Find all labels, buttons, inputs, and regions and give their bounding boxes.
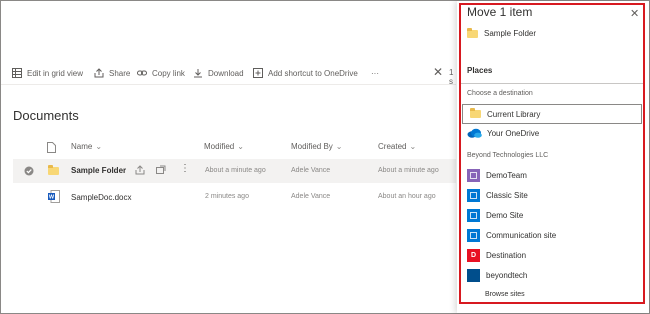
row-modified: About a minute ago [205,167,266,174]
column-created-label: Created [378,142,407,151]
org-group-label: Beyond Technologies LLC [467,152,549,159]
divider [461,83,643,84]
add-shortcut-button[interactable]: Add shortcut to OneDrive [253,67,358,79]
share-icon [94,68,104,78]
chevron-down-icon: ⌄ [409,142,417,151]
list-header: Name ⌄ Modified ⌄ Modified By ⌄ Created ⌄ [1,138,456,156]
site-icon: D [467,249,480,262]
row-modified-by: Adele Vance [291,167,331,174]
your-onedrive-label: Your OneDrive [487,128,540,138]
more-actions-button[interactable]: ··· [371,67,379,79]
add-shortcut-label: Add shortcut to OneDrive [268,68,358,78]
share-label: Share [109,68,131,78]
site-icon [467,189,480,202]
svg-text:W: W [49,195,55,201]
download-button[interactable]: Download [193,67,244,79]
clear-selection-icon[interactable]: ✕ [433,65,443,79]
column-name[interactable]: Name ⌄ [71,142,102,151]
site-icon [467,169,480,182]
word-doc-icon: W [48,190,60,205]
document-library: Edit in grid view Share Copy link Downlo… [1,1,456,313]
current-library-option[interactable]: Current Library [462,104,642,124]
site-item-demoteam[interactable]: DemoTeam [467,169,527,182]
folder-icon [467,27,478,38]
shortcut-icon [253,68,263,78]
close-icon[interactable]: ✕ [630,7,639,20]
edit-grid-label: Edit in grid view [27,68,84,78]
link-icon [137,68,147,78]
folder-icon [48,165,65,177]
places-heading: Places [467,66,493,75]
more-vertical-icon[interactable]: ⋮ [180,163,190,174]
row-modified-by: Adele Vance [291,193,331,200]
selection-count: 1 s [449,68,454,86]
row-name[interactable]: SampleDoc.docx [71,193,131,202]
your-onedrive-option[interactable]: Your OneDrive [467,128,539,138]
site-icon [467,229,480,242]
download-icon [193,68,203,78]
browse-sites-link[interactable]: Browse sites [485,291,525,298]
row-created: About an hour ago [378,193,436,200]
site-icon [467,269,480,282]
site-label: Destination [486,251,527,260]
current-library-label: Current Library [487,109,541,119]
file-type-icon [47,142,56,155]
chevron-down-icon: ⌄ [335,142,343,151]
grid-icon [12,68,22,78]
site-label: Communication site [486,231,557,240]
table-row[interactable]: W SampleDoc.docx 2 minutes ago Adele Van… [13,185,456,209]
copy-link-button[interactable]: Copy link [137,67,185,79]
row-name[interactable]: Sample Folder [71,166,126,175]
site-item-beyondtech[interactable]: beyondtech [467,269,527,282]
row-created: About a minute ago [378,167,439,174]
chevron-down-icon: ⌄ [95,142,103,151]
column-created[interactable]: Created ⌄ [378,142,416,151]
moving-item: Sample Folder [467,27,537,38]
table-row[interactable]: Sample Folder ⋮ About a minute ago Adele… [13,159,456,183]
share-button[interactable]: Share [94,67,130,79]
row-modified: 2 minutes ago [205,193,249,200]
site-item-destination[interactable]: D Destination [467,249,526,262]
site-label: Classic Site [486,191,528,200]
choose-destination-label: Choose a destination [467,90,533,97]
site-item-classic-site[interactable]: Classic Site [467,189,528,202]
site-item-demo-site[interactable]: Demo Site [467,209,523,222]
more-icon: ··· [371,68,379,78]
site-item-communication-site[interactable]: Communication site [467,229,556,242]
column-name-label: Name [71,142,93,151]
command-bar: Edit in grid view Share Copy link Downlo… [1,59,456,86]
page-title: Documents [13,108,79,123]
download-label: Download [208,68,244,78]
column-modified-by-label: Modified By [291,142,333,151]
column-modified-label: Modified [204,142,235,151]
column-modified[interactable]: Modified ⌄ [204,142,244,151]
selected-check-icon[interactable] [24,166,34,178]
edit-grid-button[interactable]: Edit in grid view [12,67,83,79]
site-label: beyondtech [486,271,528,280]
move-icon[interactable] [156,165,166,177]
site-label: Demo Site [486,211,524,220]
folder-icon [470,108,481,118]
site-label: DemoTeam [486,171,527,180]
share-icon[interactable] [135,165,145,177]
column-modified-by[interactable]: Modified By ⌄ [291,142,343,151]
moving-item-name: Sample Folder [484,29,537,38]
chevron-down-icon: ⌄ [237,142,244,151]
onedrive-cloud-icon [467,128,482,138]
copy-link-label: Copy link [152,68,185,78]
panel-title: Move 1 item [467,5,533,19]
site-icon [467,209,480,222]
